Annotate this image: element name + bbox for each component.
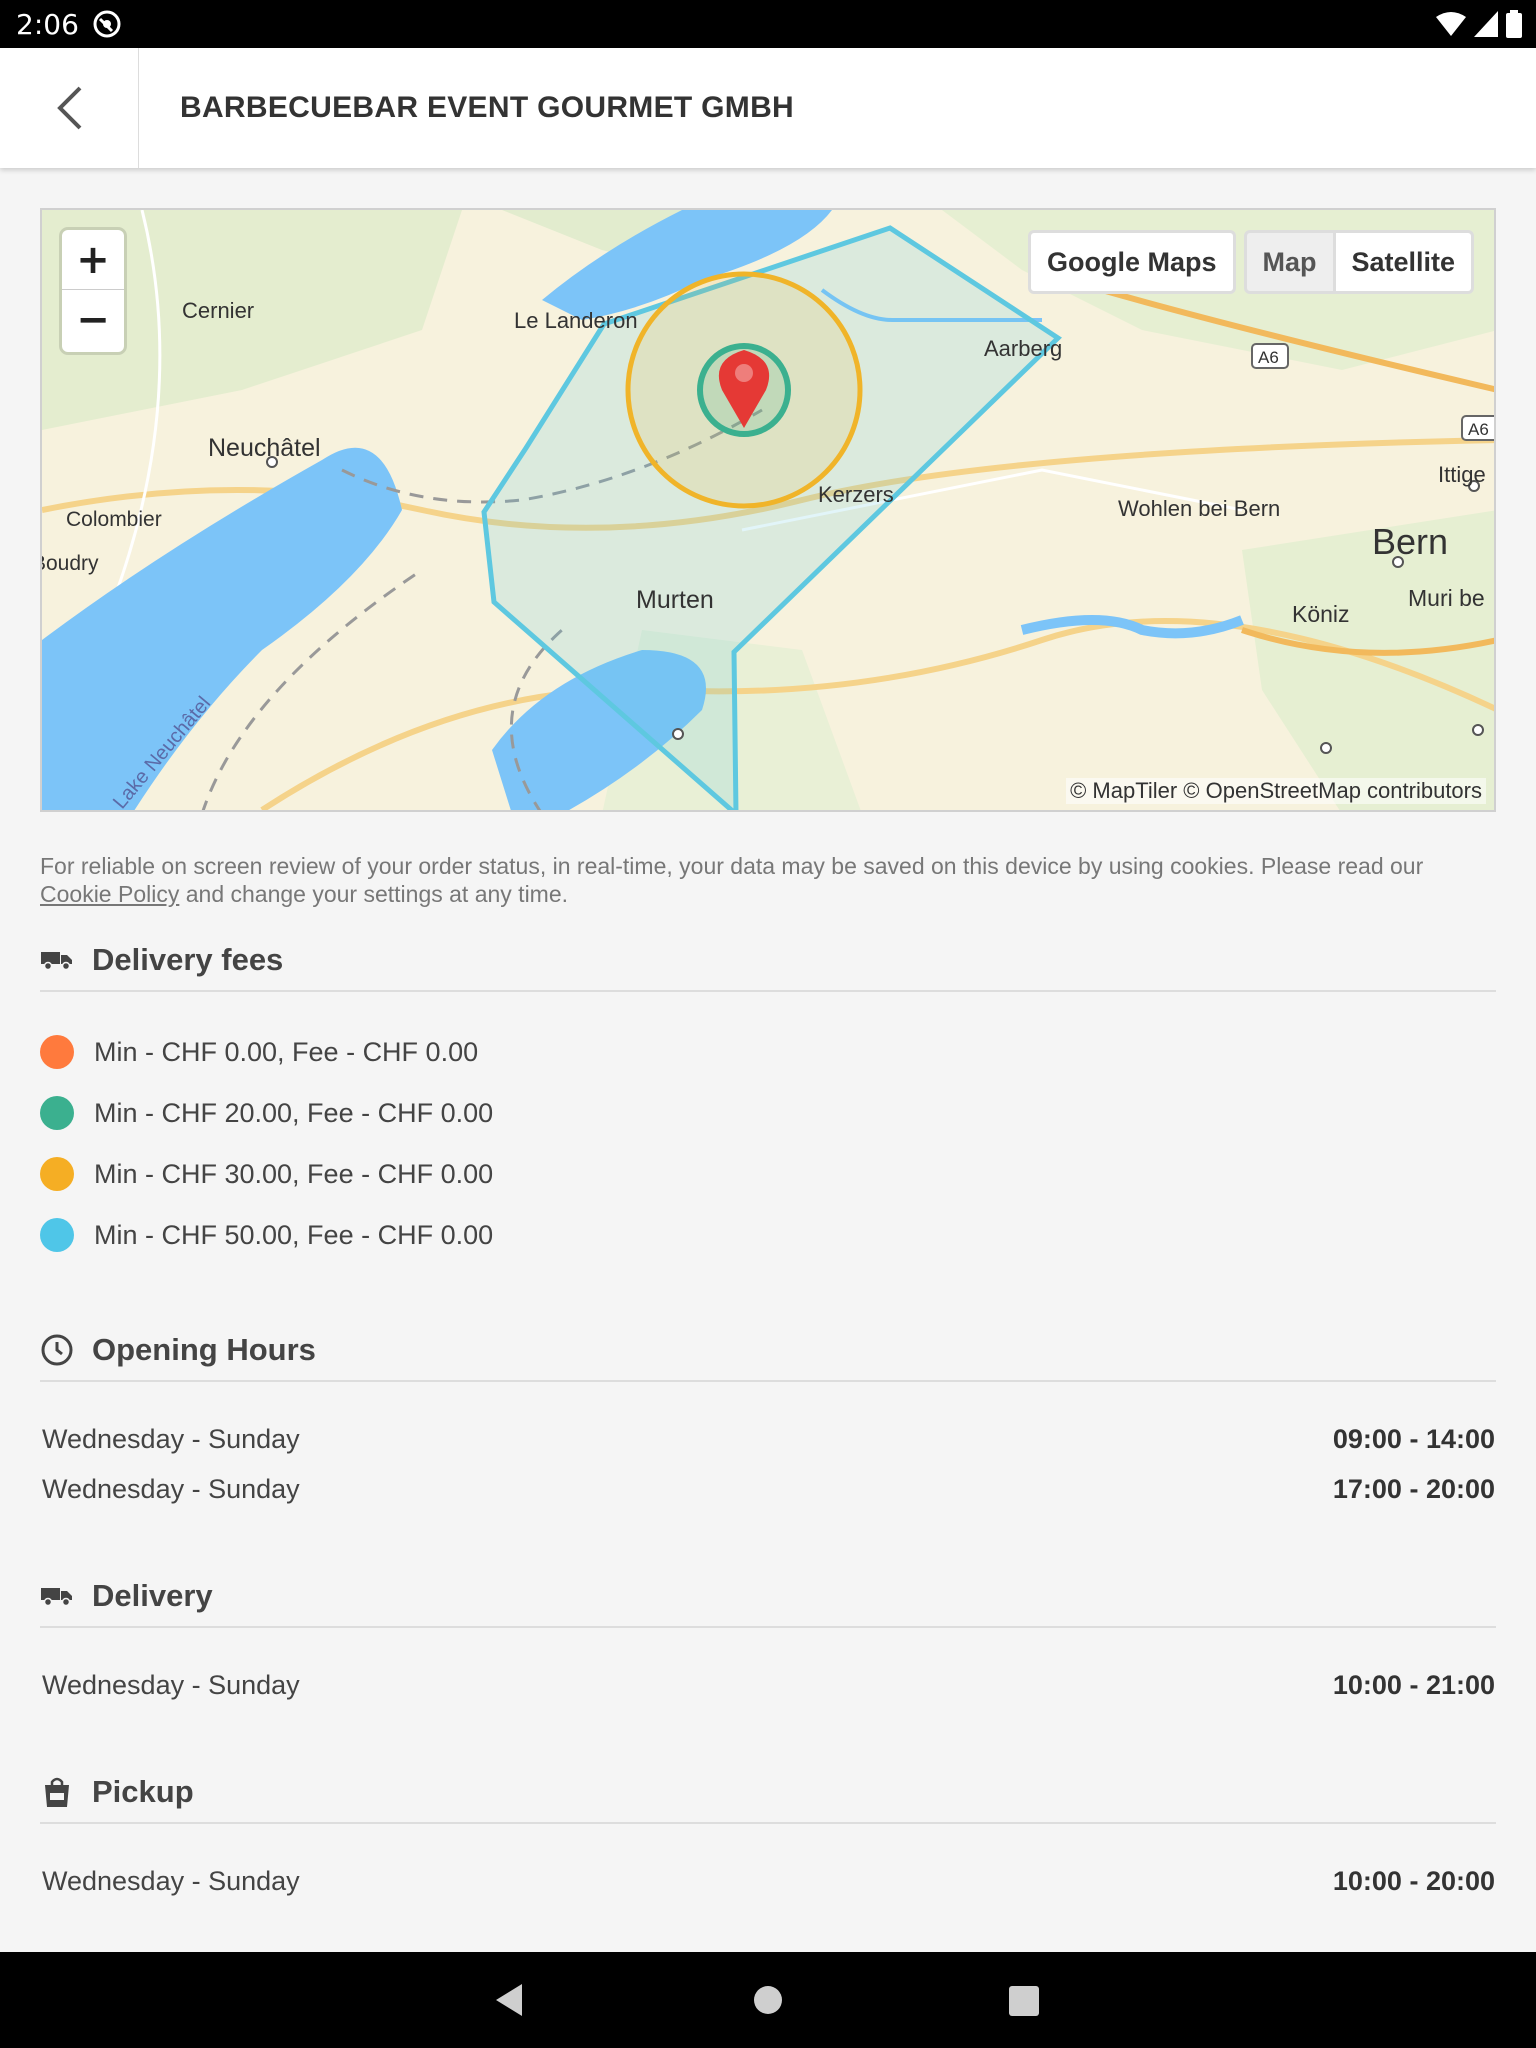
delivery-title: Delivery — [92, 1578, 213, 1613]
map-label-muri: Muri be — [1408, 585, 1485, 611]
status-time: 2:06 — [16, 8, 79, 41]
opening-hours-title: Opening Hours — [92, 1332, 316, 1367]
map-label-bern: Bern — [1372, 521, 1448, 562]
hours-range: 17:00 - 20:00 — [1332, 1474, 1495, 1504]
map-label-wohlen: Wohlen bei Bern — [1118, 496, 1280, 521]
notification-app-icon — [93, 10, 121, 38]
svg-text:A6: A6 — [1258, 348, 1279, 367]
fee-label: Min - CHF 20.00, Fee - CHF 0.00 — [94, 1097, 494, 1128]
shopping-bag-icon — [40, 1775, 74, 1809]
battery-icon — [1506, 10, 1522, 38]
map-label-boudry: Boudry — [42, 552, 99, 575]
nav-back-icon[interactable] — [494, 1982, 524, 2018]
hours-range: 09:00 - 14:00 — [1332, 1424, 1495, 1454]
map-type-controls: Google Maps Map Satellite — [1028, 230, 1475, 294]
svg-text:A6: A6 — [1468, 420, 1489, 439]
hours-row: Wednesday - Sunday 17:00 - 20:00 — [42, 1474, 1495, 1505]
highway-shield-a6: A6 — [1251, 343, 1289, 369]
nav-home-icon[interactable] — [753, 1985, 783, 2015]
pickup-header: Pickup — [40, 1762, 1496, 1824]
pickup-title: Pickup — [92, 1774, 194, 1809]
truck-icon — [40, 943, 74, 977]
fee-item: Min - CHF 20.00, Fee - CHF 0.00 — [40, 1093, 493, 1133]
delivery-header: Delivery — [40, 1566, 1496, 1628]
fee-item: Min - CHF 50.00, Fee - CHF 0.00 — [40, 1215, 493, 1255]
truck-icon — [40, 1579, 74, 1613]
delivery-zone-map[interactable]: Cernier Le Landeron Aarberg Neuchâtel Co… — [40, 208, 1496, 812]
chevron-left-icon — [57, 86, 82, 130]
nav-recents-icon[interactable] — [1009, 1986, 1039, 2016]
map-canvas[interactable]: Cernier Le Landeron Aarberg Neuchâtel Co… — [42, 210, 1496, 812]
hours-range: 10:00 - 20:00 — [1332, 1866, 1495, 1896]
hours-row: Wednesday - Sunday 09:00 - 14:00 — [42, 1424, 1495, 1455]
hours-days: Wednesday - Sunday — [42, 1670, 300, 1700]
hours-days: Wednesday - Sunday — [42, 1474, 300, 1504]
map-label-murten: Murten — [636, 586, 714, 614]
highway-shield-a6-east: A6 — [1461, 415, 1494, 441]
map-label-neuchatel: Neuchâtel — [208, 434, 321, 462]
map-label-koniz: Köniz — [1292, 601, 1350, 627]
zoom-in-button[interactable]: + — [62, 230, 124, 290]
delivery-fees-title: Delivery fees — [92, 942, 284, 977]
fee-label: Min - CHF 0.00, Fee - CHF 0.00 — [94, 1036, 479, 1067]
hours-row: Wednesday - Sunday 10:00 - 20:00 — [42, 1866, 1495, 1897]
hours-days: Wednesday - Sunday — [42, 1424, 300, 1454]
delivery-fees-header: Delivery fees — [40, 930, 1496, 992]
map-label-ittigen: Ittige — [1438, 462, 1486, 487]
wifi-icon — [1436, 12, 1466, 36]
hours-days: Wednesday - Sunday — [42, 1866, 300, 1896]
map-label-kerzers: Kerzers — [818, 482, 894, 507]
app-bar: BARBECUEBAR EVENT GOURMET GMBH — [0, 48, 1536, 168]
hours-row: Wednesday - Sunday 10:00 - 21:00 — [42, 1670, 1495, 1701]
fee-item: Min - CHF 30.00, Fee - CHF 0.00 — [40, 1154, 493, 1194]
map-attribution[interactable]: © MapTiler © OpenStreetMap contributors — [1066, 778, 1486, 804]
map-label-aarberg: Aarberg — [984, 336, 1062, 361]
system-nav-bar — [0, 1952, 1536, 2048]
zoom-out-button[interactable]: − — [62, 290, 124, 350]
fee-color-dot — [40, 1096, 74, 1130]
page-title: BARBECUEBAR EVENT GOURMET GMBH — [180, 91, 795, 124]
fee-label: Min - CHF 30.00, Fee - CHF 0.00 — [94, 1158, 494, 1189]
opening-hours-header: Opening Hours — [40, 1320, 1496, 1382]
fee-color-dot — [40, 1035, 74, 1069]
fee-label: Min - CHF 50.00, Fee - CHF 0.00 — [94, 1219, 494, 1250]
back-button[interactable] — [0, 48, 139, 168]
cookie-notice-text-after: and change your settings at any time. — [185, 881, 569, 907]
cookie-notice: For reliable on screen review of your or… — [40, 852, 1500, 908]
fee-color-dot — [40, 1218, 74, 1252]
cookie-policy-link[interactable]: Cookie Policy — [40, 881, 179, 907]
fee-color-dot — [40, 1157, 74, 1191]
google-maps-button[interactable]: Google Maps — [1028, 230, 1236, 294]
map-view-button[interactable]: Map — [1243, 230, 1336, 294]
map-label-cernier: Cernier — [182, 298, 254, 323]
map-label-colombier: Colombier — [66, 508, 162, 531]
map-label-le-landeron: Le Landeron — [514, 308, 638, 333]
satellite-view-button[interactable]: Satellite — [1335, 230, 1475, 294]
cell-signal-icon — [1474, 11, 1498, 37]
status-bar: 2:06 — [0, 0, 1536, 48]
zoom-control: + − — [62, 230, 124, 352]
fee-item: Min - CHF 0.00, Fee - CHF 0.00 — [40, 1032, 478, 1072]
cookie-notice-text: For reliable on screen review of your or… — [40, 853, 1424, 879]
hours-range: 10:00 - 21:00 — [1332, 1670, 1495, 1700]
clock-icon — [40, 1333, 74, 1367]
